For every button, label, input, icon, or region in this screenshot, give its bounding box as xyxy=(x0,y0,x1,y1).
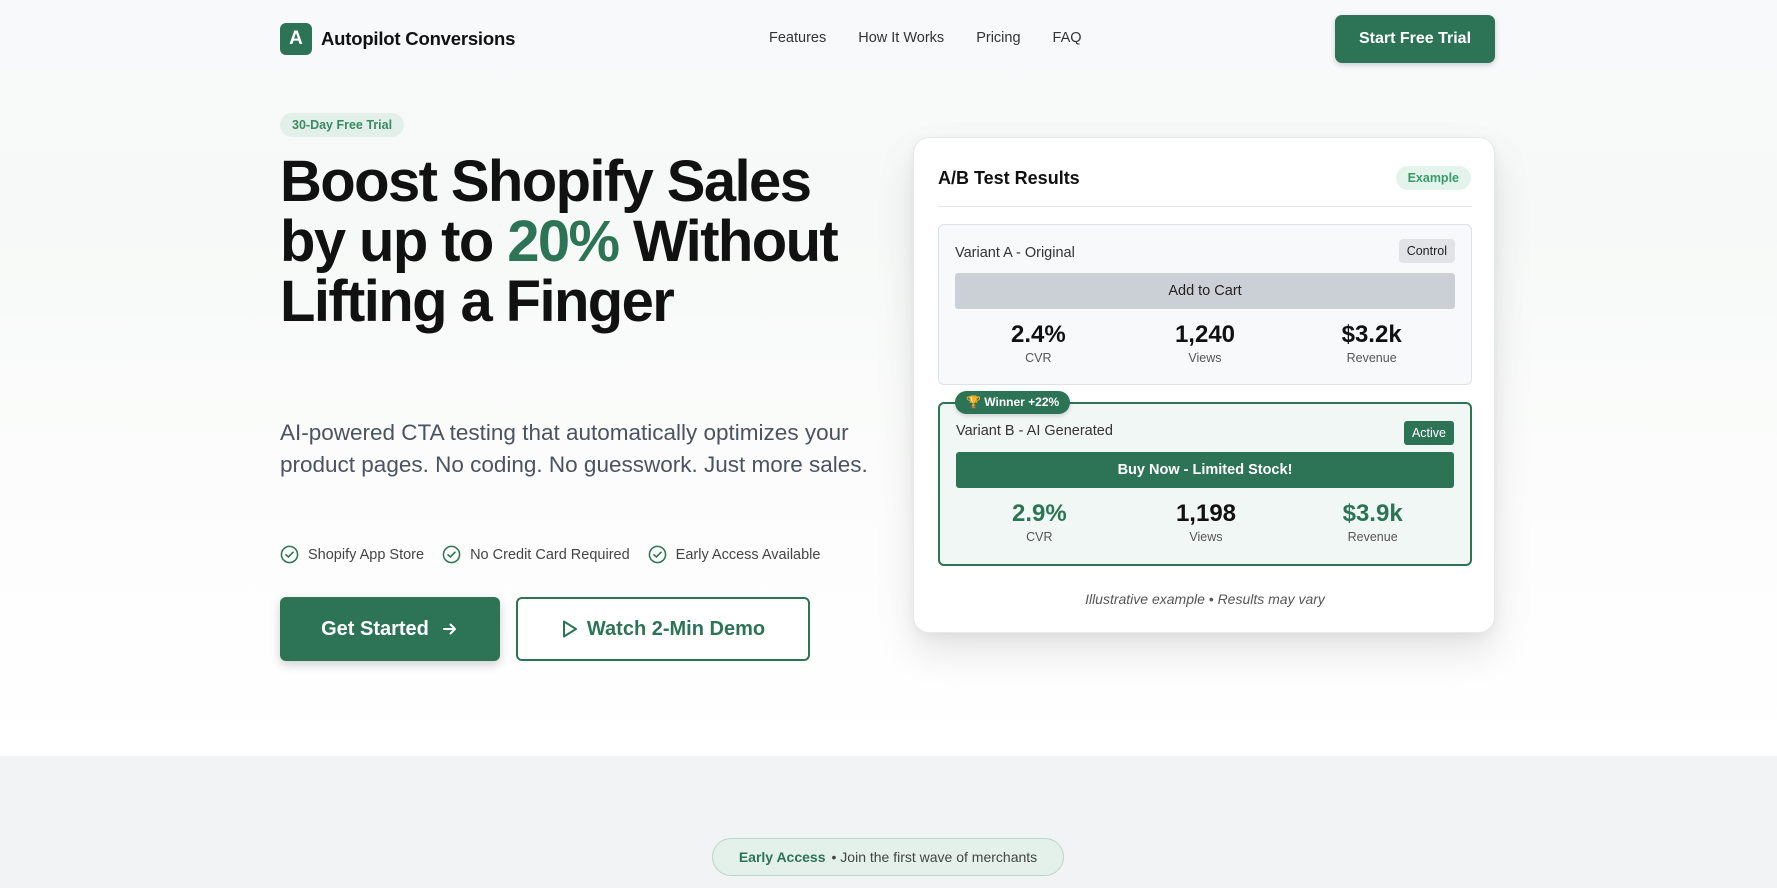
stat-value: 1,240 xyxy=(1174,321,1236,348)
top-navigation: A Autopilot Conversions Features How It … xyxy=(0,0,1777,78)
brand-name: Autopilot Conversions xyxy=(321,28,516,49)
headline-accent: 20% xyxy=(507,209,620,274)
get-started-label: Get Started xyxy=(321,617,429,640)
trust-item: Early Access Available xyxy=(648,545,821,564)
stat-label: CVR xyxy=(1026,530,1053,544)
example-badge: Example xyxy=(1395,166,1471,190)
stat-value: 2.9% xyxy=(1011,500,1067,527)
early-access-text: • Join the first wave of merchants xyxy=(831,849,1038,865)
start-free-trial-button[interactable]: Start Free Trial xyxy=(1335,15,1495,63)
trust-indicators: Shopify App Store No Credit Card Require… xyxy=(280,545,838,564)
stat-cvr: 2.9% CVR xyxy=(956,500,1123,544)
logo-mark-icon: A xyxy=(280,23,312,55)
stat-label: Views xyxy=(1189,530,1223,544)
stat-label: Revenue xyxy=(1347,530,1398,544)
trust-item: Shopify App Store xyxy=(280,545,424,564)
card-divider xyxy=(938,206,1472,207)
stat-label: Revenue xyxy=(1346,351,1397,365)
get-started-button[interactable]: Get Started xyxy=(280,597,500,661)
hero-headline: Boost Shopify Sales by up to 20% Without… xyxy=(280,152,880,332)
nav-link-faq[interactable]: FAQ xyxy=(1053,30,1082,46)
nav-link-how-it-works[interactable]: How It Works xyxy=(858,30,944,46)
variant-a-panel: Variant A - Original Control Add to Cart… xyxy=(938,224,1472,385)
early-access-label: Early Access xyxy=(738,849,826,865)
stat-views: 1,198 Views xyxy=(1123,500,1290,544)
nav-links: Features How It Works Pricing FAQ xyxy=(769,30,1114,46)
buy-now-button[interactable]: Buy Now - Limited Stock! xyxy=(956,452,1454,488)
nav-link-pricing[interactable]: Pricing xyxy=(976,30,1020,46)
control-tag: Control xyxy=(1398,239,1455,263)
trust-label: Early Access Available xyxy=(675,546,821,563)
check-circle-icon xyxy=(648,545,666,564)
ab-test-results-card: A/B Test Results Example Variant A - Ori… xyxy=(913,137,1495,633)
watch-demo-label: Watch 2-Min Demo xyxy=(586,617,766,640)
free-trial-badge: 30-Day Free Trial xyxy=(280,113,405,137)
stat-label: Views xyxy=(1188,351,1222,365)
nav-link-features[interactable]: Features xyxy=(769,30,826,46)
variant-b-panel: Variant B - AI Generated Active Buy Now … xyxy=(938,402,1472,566)
trust-item: No Credit Card Required xyxy=(442,545,630,564)
stat-value: $3.2k xyxy=(1341,321,1402,348)
variant-a-name: Variant A - Original xyxy=(955,245,1075,261)
stat-value: 1,198 xyxy=(1175,500,1237,527)
hero-background xyxy=(0,0,1777,756)
play-icon xyxy=(562,620,577,638)
add-to-cart-button[interactable]: Add to Cart xyxy=(955,273,1455,309)
brand-logo[interactable]: A Autopilot Conversions xyxy=(280,23,515,55)
stat-value: 2.4% xyxy=(1010,321,1066,348)
hero-subheadline: AI-powered CTA testing that automaticall… xyxy=(280,420,868,477)
trust-label: No Credit Card Required xyxy=(470,546,630,563)
watch-demo-button[interactable]: Watch 2-Min Demo xyxy=(516,597,810,661)
card-footnote: Illustrative example • Results may vary xyxy=(1085,591,1325,607)
variant-a-stats: 2.4% CVR 1,240 Views $3.2k Revenue xyxy=(955,321,1455,365)
winner-badge: 🏆 Winner +22% xyxy=(955,391,1071,414)
trust-label: Shopify App Store xyxy=(308,546,425,563)
stat-revenue: $3.9k Revenue xyxy=(1289,500,1456,544)
stat-views: 1,240 Views xyxy=(1122,321,1289,365)
early-access-pill: Early Access • Join the first wave of me… xyxy=(712,838,1064,876)
arrow-right-icon xyxy=(442,623,456,635)
check-circle-icon xyxy=(442,545,461,564)
stat-value: $3.9k xyxy=(1342,500,1403,527)
stat-cvr: 2.4% CVR xyxy=(955,321,1122,365)
active-tag: Active xyxy=(1403,421,1454,445)
card-title: A/B Test Results xyxy=(938,168,1080,188)
check-circle-icon xyxy=(280,545,299,564)
variant-b-name: Variant B - AI Generated xyxy=(956,423,1113,439)
stat-label: CVR xyxy=(1025,351,1052,365)
variant-b-stats: 2.9% CVR 1,198 Views $3.9k Revenue xyxy=(956,500,1456,544)
stat-revenue: $3.2k Revenue xyxy=(1288,321,1455,365)
